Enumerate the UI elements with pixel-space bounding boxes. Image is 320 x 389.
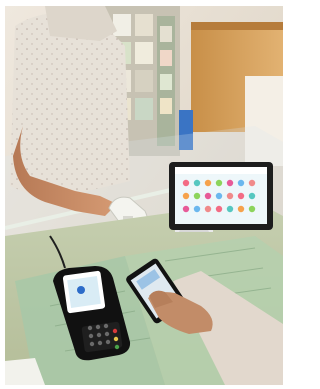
- tablet-app-dot: [237, 205, 245, 213]
- tablet-app-dot: [226, 192, 234, 200]
- tablet-app-dot: [215, 205, 223, 213]
- tablet-app-dot: [204, 192, 212, 200]
- tablet-app-dot: [182, 179, 190, 187]
- tablet-app-dot: [204, 179, 212, 187]
- tablet-app-dot: [193, 179, 201, 187]
- tablet-app-dot: [193, 205, 201, 213]
- cashier-person: [10, 6, 130, 216]
- checkout-counter-photo: [5, 6, 283, 385]
- tablet-app-dot: [248, 179, 256, 187]
- tablet-app-dot: [237, 179, 245, 187]
- tablet-header-bar: [175, 167, 267, 174]
- pos-tablet: [169, 162, 273, 232]
- tablet-app-dot: [182, 192, 190, 200]
- tablet-app-dot: [193, 192, 201, 200]
- tablet-app-dot: [204, 205, 212, 213]
- tablet-app-dot: [237, 192, 245, 200]
- tablet-app-dot: [226, 179, 234, 187]
- tablet-app-dot: [182, 205, 190, 213]
- tablet-app-dot: [248, 205, 256, 213]
- tablet-app-dot: [248, 192, 256, 200]
- tablet-app-dot: [215, 179, 223, 187]
- tablet-app-dot: [215, 192, 223, 200]
- tablet-app-dot: [226, 205, 234, 213]
